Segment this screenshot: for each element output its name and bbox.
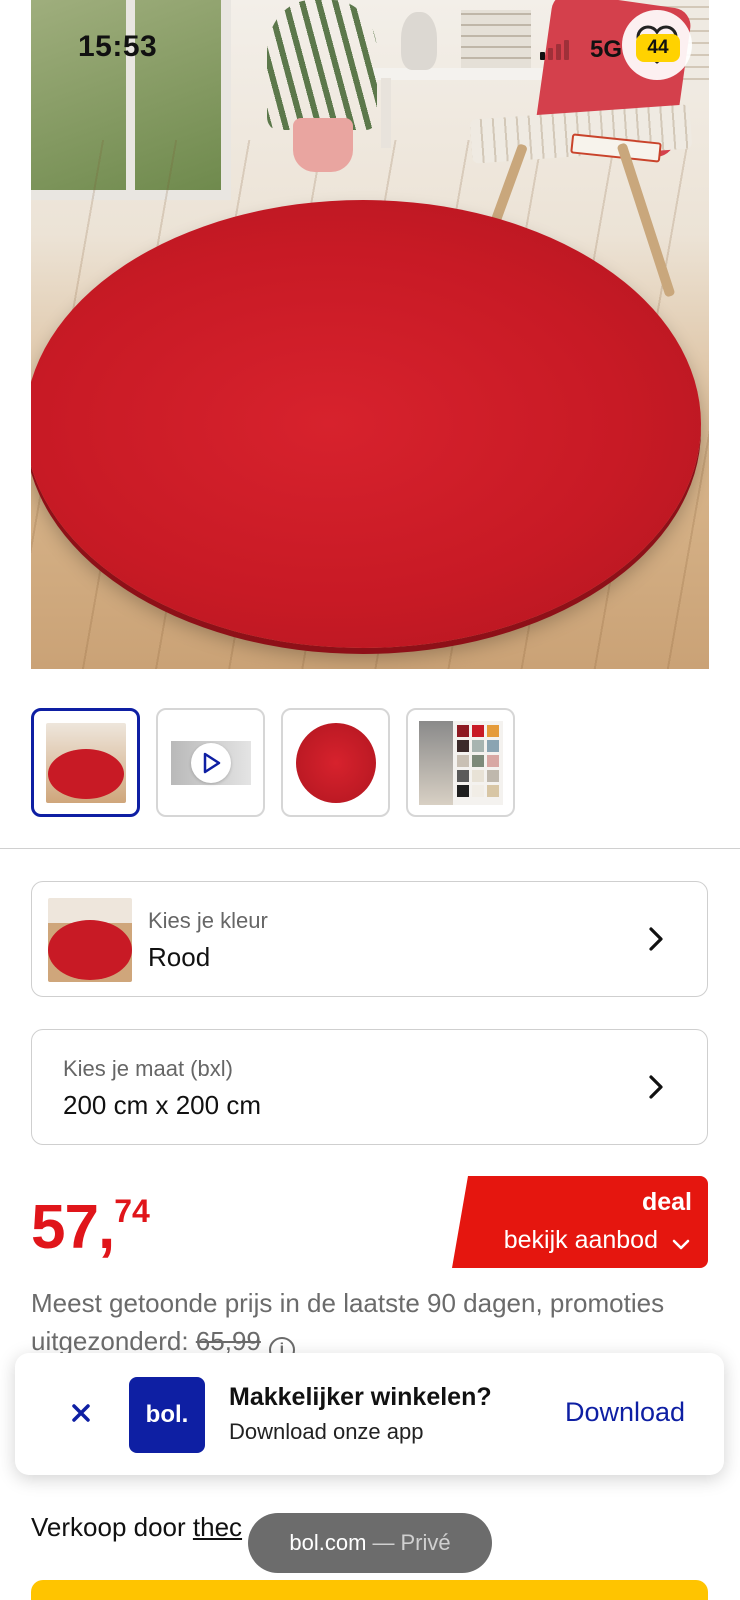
thumbnail-color-swatches[interactable] (406, 708, 515, 817)
status-time: 15:53 (78, 30, 158, 63)
network-type: 5G (590, 36, 623, 63)
banner-title: Makkelijker winkelen? (229, 1383, 492, 1411)
product-price: 57,74 (31, 1192, 150, 1263)
size-selector[interactable]: Kies je maat (bxl) 200 cm x 200 cm (31, 1029, 708, 1145)
price-note-text: Meest getoonde prijs in de laatste 90 da… (31, 1288, 665, 1356)
size-selector-label: Kies je maat (bxl) (63, 1056, 233, 1081)
divider (0, 848, 740, 849)
browser-domain-pill[interactable]: bol.com — Privé (248, 1513, 492, 1573)
seller-prefix: Verkoop door (31, 1512, 186, 1542)
toast-domain: bol.com (289, 1530, 367, 1555)
signal-icon (540, 38, 569, 60)
play-icon (190, 742, 231, 783)
toast-mode: Privé (400, 1530, 451, 1555)
chevron-right-icon (649, 1075, 663, 1099)
thumbnail-video[interactable] (156, 708, 265, 817)
size-selector-value: 200 cm x 200 cm (63, 1090, 261, 1120)
download-app-link[interactable]: Download (565, 1397, 685, 1428)
price-whole: 57, (31, 1193, 115, 1262)
deal-subtitle: bekijk aanbod (503, 1226, 658, 1254)
old-price: 65,99 (195, 1326, 261, 1356)
deal-button[interactable]: deal bekijk aanbod (452, 1176, 708, 1268)
color-selector[interactable]: Kies je kleur Rood (31, 881, 708, 997)
chevron-down-icon (672, 1239, 690, 1250)
close-icon (72, 1404, 90, 1422)
price-cents: 74 (114, 1193, 150, 1229)
bol-logo: bol. (129, 1377, 205, 1453)
app-download-banner: bol. Makkelijker winkelen? Download onze… (15, 1353, 724, 1475)
price-history-note: Meest getoonde prijs in de laatste 90 da… (31, 1284, 671, 1363)
color-selector-label: Kies je kleur (148, 908, 268, 933)
banner-subtitle: Download onze app (229, 1419, 424, 1444)
product-image[interactable] (31, 0, 709, 669)
color-selector-value: Rood (148, 942, 211, 972)
add-to-cart-button[interactable] (31, 1580, 708, 1600)
red-round-rug (31, 200, 701, 648)
close-banner-button[interactable] (65, 1397, 97, 1429)
seller-line: Verkoop door thec (31, 1512, 242, 1543)
thumbnail-rug-topview[interactable] (281, 708, 390, 817)
thumbnail-strip (31, 708, 515, 817)
chevron-right-icon (649, 927, 663, 951)
battery-indicator: 44 (636, 34, 680, 62)
color-preview-image (48, 898, 132, 982)
deal-title: deal (641, 1188, 692, 1216)
seller-link[interactable]: thec (193, 1512, 242, 1542)
toast-separator: — (372, 1530, 395, 1555)
thumbnail-room-photo[interactable] (31, 708, 140, 817)
